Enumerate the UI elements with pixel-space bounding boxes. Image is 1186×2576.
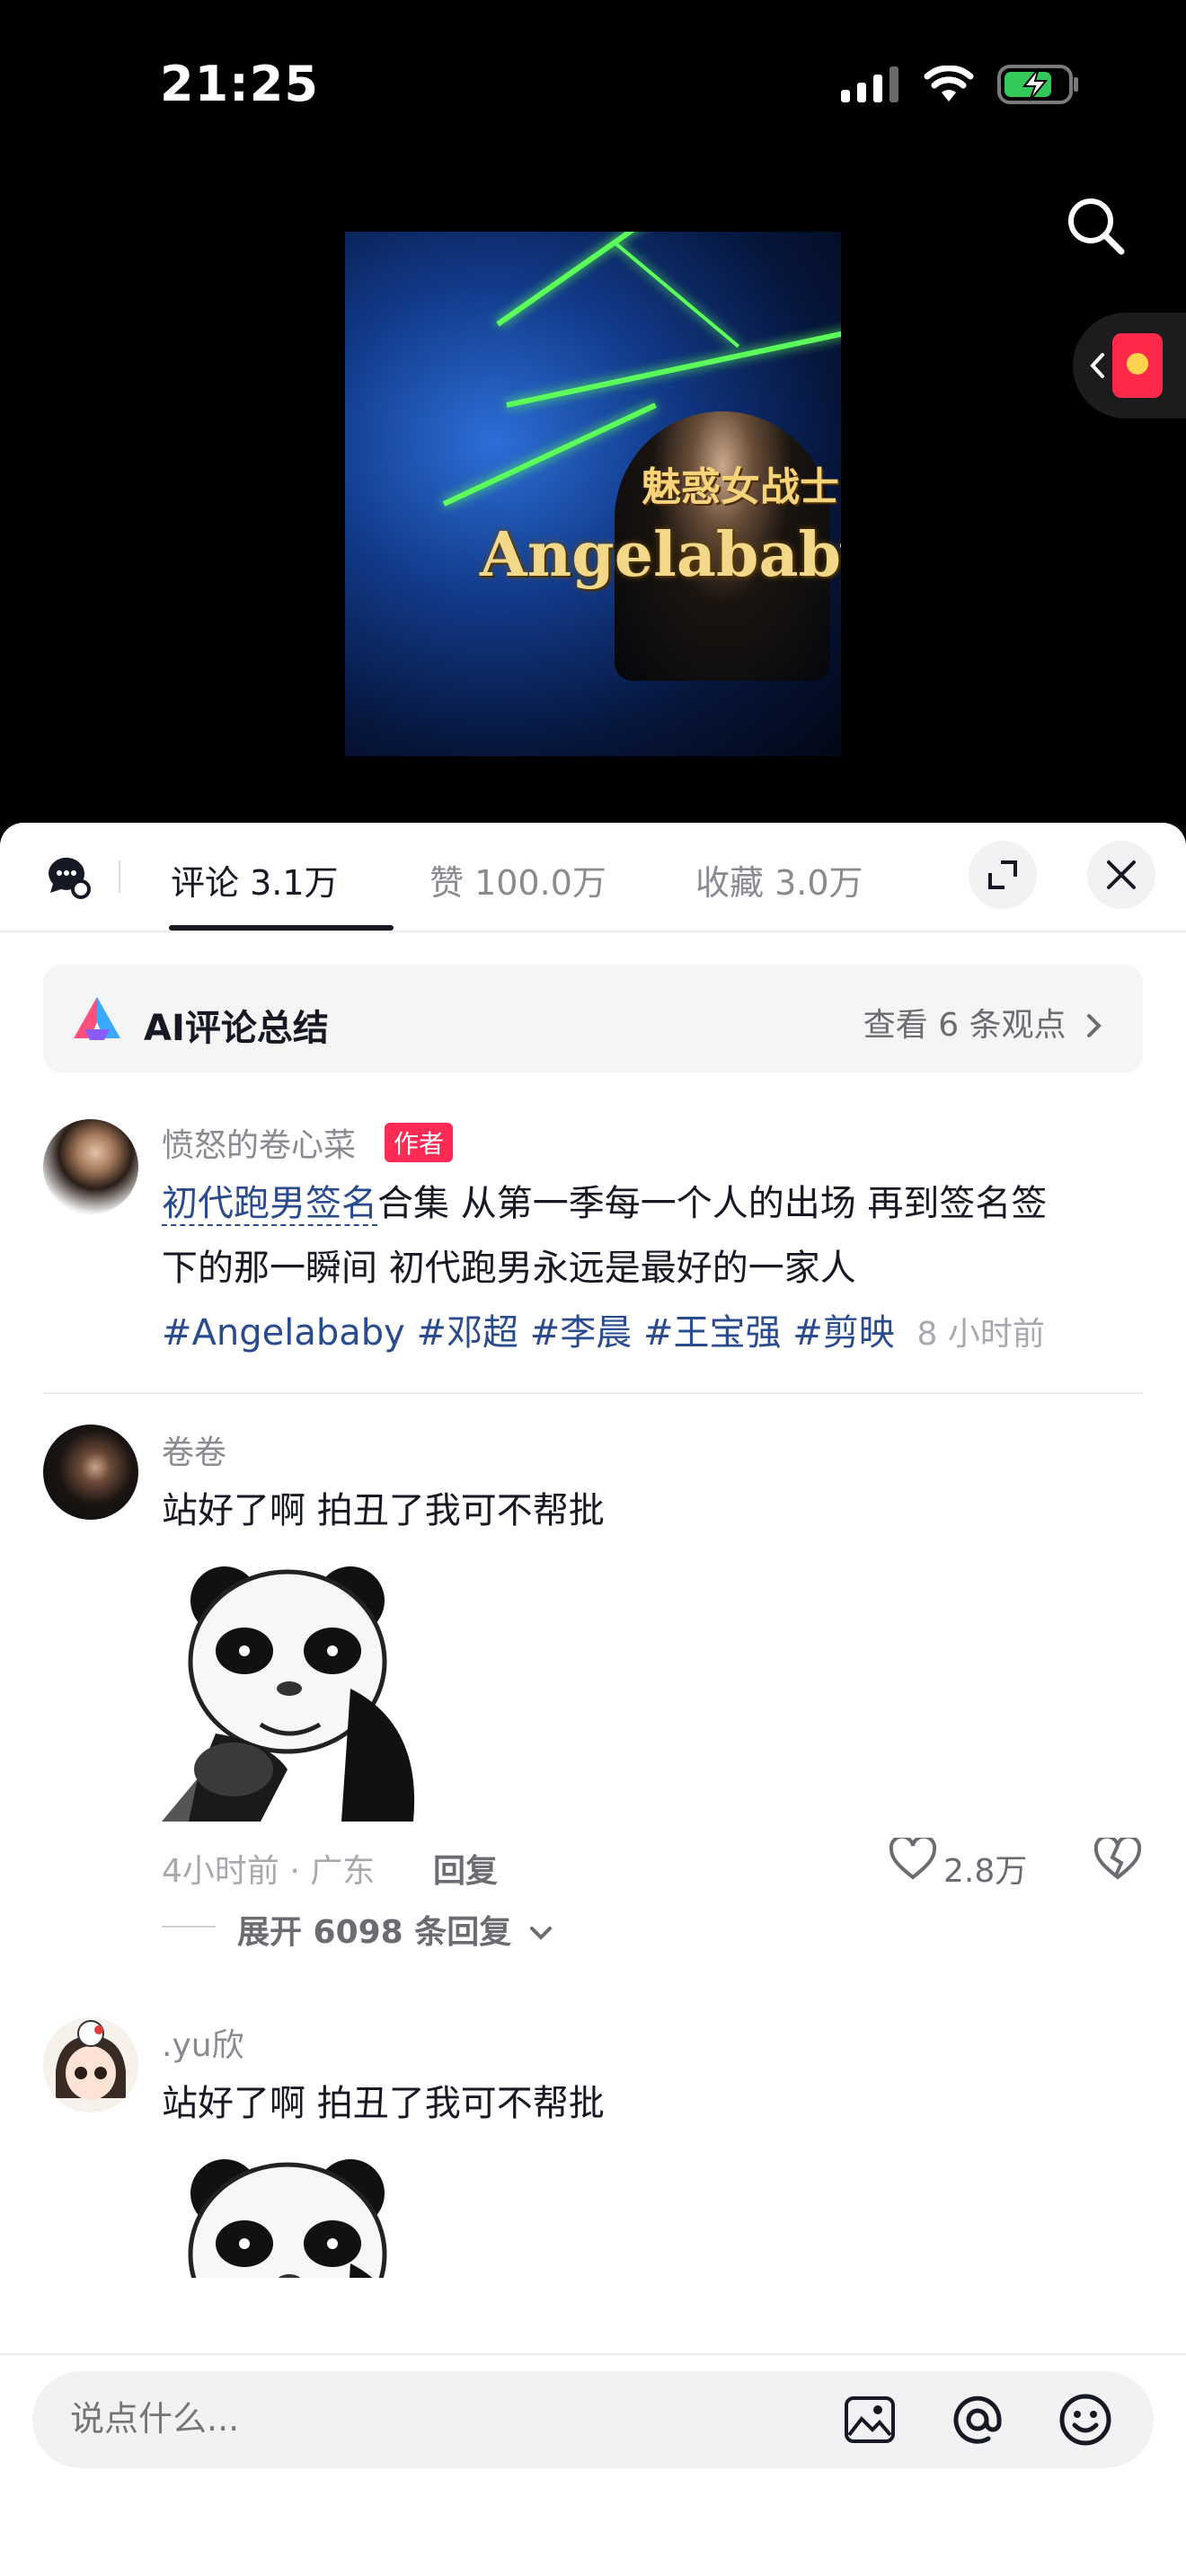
dislike-button[interactable] (1093, 1834, 1142, 1884)
chevron-down-icon (529, 1927, 552, 1940)
panda-meme-image[interactable] (162, 2147, 429, 2278)
tab-bar: 评论 3.1万 赞 100.0万 收藏 3.0万 (0, 823, 1186, 932)
ai-summary-title: AI评论总结 (144, 1008, 329, 1049)
status-icons (841, 65, 1080, 104)
panda-meme-image[interactable] (162, 1554, 429, 1822)
close-icon (1107, 860, 1136, 889)
comment-sheet: 评论 3.1万 赞 100.0万 收藏 3.0万 AI评论总结 查看 6 条观点 (0, 823, 1186, 2576)
signal-icon (841, 66, 898, 102)
panda-meme-drawing (162, 1554, 429, 1822)
ai-assistant-button[interactable] (32, 841, 101, 909)
hashtag-angelababy[interactable]: #Angelababy (162, 1312, 405, 1354)
author-name[interactable]: 愤怒的卷心菜 (162, 1119, 356, 1166)
expand-icon (988, 860, 1017, 889)
post-text-line1: 初代跑男签名合集 从第一季每一个人的出场 再到签名签 (162, 1171, 1047, 1236)
laser-beam (613, 241, 740, 348)
post-text-1: 合集 从第一季每一个人的出场 再到签名签 (377, 1183, 1048, 1224)
mention-button[interactable] (949, 2391, 1006, 2448)
comment-avatar[interactable] (43, 1425, 138, 1520)
emoji-icon (1059, 2394, 1111, 2446)
expand-line (162, 1926, 216, 1928)
comment-username[interactable]: .yu欣 (162, 2019, 244, 2066)
cartoon-girl-avatar (43, 2017, 138, 2113)
status-time: 21:25 (160, 56, 319, 112)
author-badge: 作者 (385, 1123, 454, 1162)
comment-username[interactable]: 卷卷 (162, 1426, 226, 1473)
broken-heart-icon (1093, 1834, 1142, 1880)
image-icon (845, 2396, 895, 2443)
search-button[interactable] (1060, 190, 1132, 262)
chevron-right-icon (1087, 1014, 1102, 1037)
red-packet-icon (1112, 333, 1163, 398)
ai-summary-card[interactable]: AI评论总结 查看 6 条观点 (43, 965, 1143, 1072)
panda-meme-drawing (162, 2147, 429, 2278)
emoji-button[interactable] (1057, 2391, 1114, 2448)
battery-charging-icon (997, 65, 1078, 104)
hashtag-wangbaoqiang[interactable]: #王宝强 (643, 1312, 782, 1354)
like-button[interactable] (889, 1834, 937, 1884)
video-player[interactable]: 魅惑女战士 Angelababy (345, 232, 841, 756)
wifi-icon (924, 66, 974, 101)
post-time: 8 小时前 (916, 1316, 1045, 1353)
expand-button[interactable] (969, 841, 1037, 909)
comment-input[interactable] (68, 2398, 791, 2439)
video-caption: Angelababy (480, 519, 841, 591)
laser-beam (496, 232, 721, 327)
video-subtitle: 魅惑女战士 (642, 464, 839, 510)
heart-icon (889, 1834, 937, 1880)
ai-summary-more-label: 查看 6 条观点 (863, 1007, 1067, 1044)
post-divider (43, 1392, 1143, 1394)
close-button[interactable] (1087, 841, 1155, 909)
ai-logo-icon (74, 997, 120, 1040)
active-tab-indicator (169, 925, 394, 931)
tab-comments[interactable]: 评论 3.1万 (171, 855, 339, 904)
search-icon (1068, 198, 1125, 255)
expand-replies-button[interactable]: 展开 6098 条回复 (237, 1906, 553, 1953)
tab-favorites[interactable]: 收藏 3.0万 (695, 855, 863, 904)
post-hashtags: #Angelababy #邓超 #李晨 #王宝强 #剪映 8 小时前 (162, 1301, 1045, 1367)
comment-text: 站好了啊 拍丑了我可不帮批 (162, 2083, 605, 2124)
comment-avatar[interactable] (43, 2017, 138, 2113)
hashtag-dengchao[interactable]: #邓超 (417, 1312, 519, 1354)
ai-summary-more[interactable]: 查看 6 条观点 (863, 999, 1103, 1045)
tab-divider (119, 860, 120, 893)
at-sign-icon (953, 2395, 1002, 2444)
hashtag-lichen[interactable]: #李晨 (530, 1312, 633, 1354)
comment-meta: 4小时前 · 广东 (162, 1853, 376, 1890)
post-link[interactable]: 初代跑男签名 (162, 1183, 377, 1226)
author-avatar[interactable] (43, 1119, 138, 1214)
laser-beam (506, 323, 841, 408)
red-packet-tab[interactable] (1073, 313, 1186, 419)
expand-replies-label: 展开 6098 条回复 (237, 1914, 512, 1951)
like-count: 2.8万 (943, 1853, 1028, 1890)
comment-text: 站好了啊 拍丑了我可不帮批 (162, 1490, 605, 1531)
hashtag-jianying[interactable]: #剪映 (792, 1312, 895, 1354)
input-divider (0, 2353, 1186, 2355)
ai-chat-icon (49, 857, 91, 899)
post-text-line2: 下的那一瞬间 初代跑男永远是最好的一家人 (162, 1248, 856, 1289)
chevron-left-icon (1090, 353, 1104, 378)
image-button[interactable] (841, 2391, 898, 2448)
reply-button[interactable]: 回复 (433, 1845, 498, 1892)
tab-likes[interactable]: 赞 100.0万 (429, 855, 606, 904)
comment-input-bar (32, 2371, 1154, 2468)
